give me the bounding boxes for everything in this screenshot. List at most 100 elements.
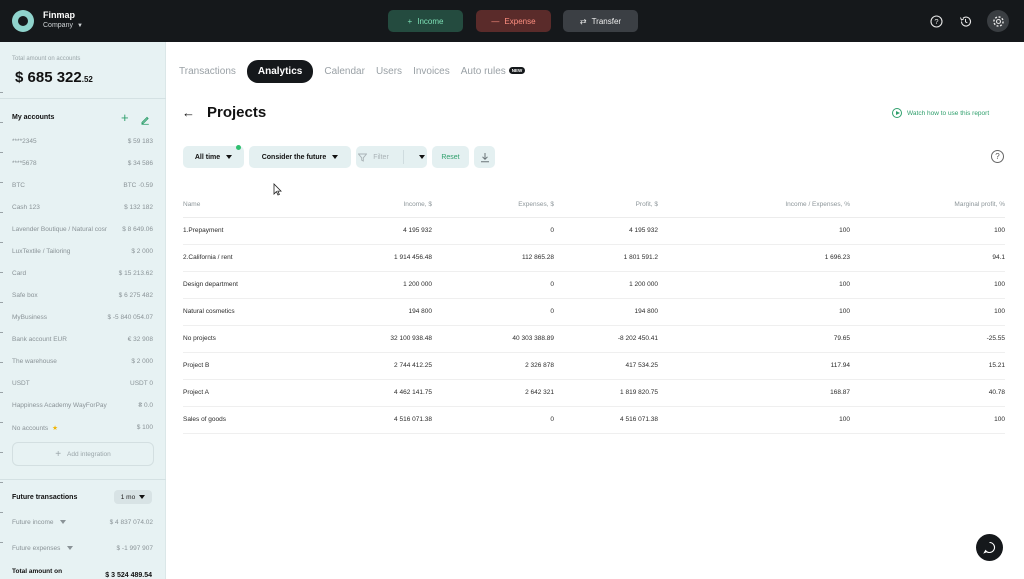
cell-profit: -8 202 450.41 <box>554 325 658 353</box>
cell-profit: 1 819 820.75 <box>554 379 658 407</box>
table-row[interactable]: Sales of goods 4 516 071.38 0 4 516 071.… <box>183 406 1005 434</box>
cell-expenses: 0 <box>432 271 554 299</box>
table-row[interactable]: Natural cosmetics 194 800 0 194 800 100 … <box>183 298 1005 326</box>
download-button[interactable] <box>474 146 495 168</box>
future-income-value: $ 4 837 074.02 <box>109 519 153 526</box>
back-arrow-icon[interactable]: ← <box>182 105 195 120</box>
minus-icon: — <box>491 16 500 26</box>
account-balance: $ 132 182 <box>124 204 153 211</box>
cell-expenses: 2 642 321 <box>432 379 554 407</box>
column-header-expenses[interactable]: Expenses, $ <box>432 192 554 218</box>
table-row[interactable]: Design department 1 200 000 0 1 200 000 … <box>183 271 1005 299</box>
account-item[interactable]: Cash 123 $ 132 182 <box>12 201 153 215</box>
column-header-marginal-profit[interactable]: Marginal profit, % <box>850 192 1005 218</box>
period-filter-label: All time <box>194 153 221 161</box>
account-name: MyBusiness <box>12 314 48 321</box>
report-help-icon[interactable]: ? <box>991 150 1004 163</box>
tab-invoices[interactable]: Invoices <box>413 66 450 77</box>
tab-auto-rules-label: Auto rules <box>460 65 506 77</box>
cell-name: Sales of goods <box>183 406 298 434</box>
account-item[interactable]: ****2345 $ 59 183 <box>12 135 153 149</box>
tab-transactions[interactable]: Transactions <box>179 66 236 77</box>
table-row[interactable]: Project B 2 744 412.25 2 326 878 417 534… <box>183 352 1005 380</box>
consider-future-dropdown[interactable]: Consider the future <box>249 146 351 168</box>
cell-income: 1 200 000 <box>298 271 432 299</box>
add-integration-button[interactable]: + Add integration <box>12 442 154 466</box>
account-balance: $ 34 586 <box>127 160 153 167</box>
cell-marginal-profit: 94.1 <box>850 244 1005 272</box>
account-item[interactable]: LuxTextile / Tailoring $ 2 000 <box>12 245 153 259</box>
future-income-label: Future income <box>12 519 54 526</box>
watch-tutorial-link[interactable]: Watch how to use this report <box>892 108 989 118</box>
account-item[interactable]: USDT USDT 0 <box>12 377 153 391</box>
cell-income: 2 744 412.25 <box>298 352 432 380</box>
account-balance: BTC ·0.59 <box>123 182 153 189</box>
account-item[interactable]: Happiness Academy WayForPay ₴ 0.0 <box>12 399 153 413</box>
finmap-logo-icon[interactable] <box>12 10 34 32</box>
cell-name: Natural cosmetics <box>183 298 298 326</box>
download-icon <box>480 152 489 162</box>
tab-analytics[interactable]: Analytics <box>246 59 314 83</box>
cell-profit: 4 195 932 <box>554 217 658 245</box>
account-item[interactable]: BTC BTC ·0.59 <box>12 179 153 193</box>
expense-button[interactable]: — Expense <box>476 10 551 32</box>
income-button-label: Income <box>417 16 444 26</box>
account-item[interactable]: Bank account EUR € 32 908 <box>12 333 153 347</box>
settings-icon[interactable] <box>987 10 1009 32</box>
chevron-down-icon[interactable] <box>418 155 425 159</box>
table-row[interactable]: 1.Prepayment 4 195 932 0 4 195 932 100 1… <box>183 217 1005 245</box>
cell-expenses: 2 326 878 <box>432 352 554 380</box>
future-expenses-value: $ -1 997 907 <box>116 545 153 552</box>
future-expenses-row[interactable]: Future expenses $ -1 997 907 <box>12 545 153 552</box>
account-balance: USDT 0 <box>130 380 153 387</box>
account-item[interactable]: MyBusiness $ -5 840 054.07 <box>12 311 153 325</box>
transfer-button[interactable]: ⇄ Transfer <box>563 10 638 32</box>
transfer-button-label: Transfer <box>591 16 622 26</box>
star-icon: ★ <box>52 425 58 432</box>
history-icon[interactable] <box>956 12 974 30</box>
company-selector[interactable]: Company ▼ <box>43 22 83 29</box>
cell-profit: 1 200 000 <box>554 271 658 299</box>
account-item[interactable]: Safe box $ 6 275 482 <box>12 289 153 303</box>
consider-future-label: Consider the future <box>261 153 327 161</box>
account-item[interactable]: The warehouse $ 2 000 <box>12 355 153 369</box>
period-select[interactable]: 1 mo <box>114 490 152 504</box>
cell-marginal-profit: 100 <box>850 406 1005 434</box>
svg-text:?: ? <box>934 17 938 26</box>
future-income-row[interactable]: Future income $ 4 837 074.02 <box>12 519 153 526</box>
filter-label: Filter <box>373 153 389 161</box>
filter-button[interactable]: Filter <box>356 146 427 168</box>
column-header-profit[interactable]: Profit, $ <box>554 192 658 218</box>
cell-marginal-profit: 100 <box>850 298 1005 326</box>
period-filter-dropdown[interactable]: All time <box>183 146 244 168</box>
page-title: Projects <box>207 104 267 121</box>
account-item[interactable]: ****5678 $ 34 586 <box>12 157 153 171</box>
reset-button[interactable]: Reset <box>432 146 469 168</box>
active-filter-dot <box>236 145 241 150</box>
tab-calendar[interactable]: Calendar <box>324 66 365 77</box>
table-row[interactable]: 2.California / rent 1 914 456.48 112 865… <box>183 244 1005 272</box>
cell-marginal-profit: 40.78 <box>850 379 1005 407</box>
chat-support-button[interactable] <box>976 534 1003 561</box>
tab-auto-rules[interactable]: Auto rules NEW <box>461 66 526 77</box>
account-name: LuxTextile / Tailoring <box>12 248 71 255</box>
income-button[interactable]: + Income <box>388 10 463 32</box>
account-item[interactable]: No accounts ★ $ 100 <box>12 421 153 435</box>
cell-income-expenses: 100 <box>658 298 850 326</box>
add-account-plus-icon[interactable]: + <box>121 110 129 125</box>
help-icon[interactable]: ? <box>927 12 945 30</box>
cell-expenses: 0 <box>432 298 554 326</box>
account-item[interactable]: Card $ 15 213.62 <box>12 267 153 281</box>
column-header-income-expenses[interactable]: Income / Expenses, % <box>658 192 850 218</box>
table-row[interactable]: Project A 4 462 141.75 2 642 321 1 819 8… <box>183 379 1005 407</box>
column-header-income[interactable]: Income, $ <box>298 192 432 218</box>
tab-users[interactable]: Users <box>376 66 402 77</box>
account-name: Happiness Academy WayForPay <box>12 402 107 409</box>
account-name: ****2345 <box>12 138 37 145</box>
edit-accounts-pencil-icon[interactable] <box>140 112 150 130</box>
account-item[interactable]: Lavender Boutique / Natural cosmetics $ 8… <box>12 223 153 237</box>
cell-name: No projects <box>183 325 298 353</box>
cell-name: Project A <box>183 379 298 407</box>
table-row[interactable]: No projects 32 100 938.48 40 303 388.89 … <box>183 325 1005 353</box>
plus-icon: + <box>55 448 62 460</box>
